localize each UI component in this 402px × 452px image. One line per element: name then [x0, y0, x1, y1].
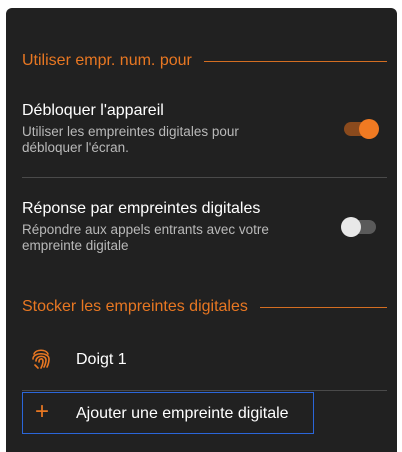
section-divider: [259, 306, 387, 308]
row-divider: [22, 390, 387, 391]
fingerprint-label: Doigt 1: [76, 351, 127, 368]
section-divider: [203, 60, 387, 62]
unlock-device-description: Utiliser les empreintes digitales pour d…: [22, 124, 239, 155]
fingerprint-icon: [32, 349, 50, 369]
section-header-stored-fingerprints: Stocker les empreintes digitales: [22, 298, 387, 316]
settings-panel: Utiliser empr. num. pour Débloquer l'app…: [6, 8, 397, 452]
call-answer-description: Répondre aux appels entrants avec votre …: [22, 222, 269, 253]
screen-frame: Utiliser empr. num. pour Débloquer l'app…: [0, 0, 402, 452]
section-header-unlock-with: Utiliser empr. num. pour: [22, 52, 387, 70]
fingerprint-item[interactable]: Doigt 1: [6, 344, 397, 378]
section-title: Utiliser empr. num. pour: [22, 52, 192, 69]
section-title: Stocker les empreintes digitales: [22, 298, 248, 315]
unlock-device-toggle[interactable]: [344, 119, 379, 139]
unlock-device-title: Débloquer l'appareil: [22, 102, 164, 119]
call-answer-toggle[interactable]: [341, 217, 376, 237]
plus-icon: +: [35, 398, 50, 425]
call-answer-title: Réponse par empreintes digitales: [22, 200, 261, 217]
toggle-knob: [359, 119, 379, 139]
toggle-knob: [341, 217, 361, 237]
add-fingerprint-label: Ajouter une empreinte digitale: [76, 405, 289, 422]
add-fingerprint-button[interactable]: + Ajouter une empreinte digitale: [22, 392, 314, 434]
row-divider: [22, 177, 387, 178]
